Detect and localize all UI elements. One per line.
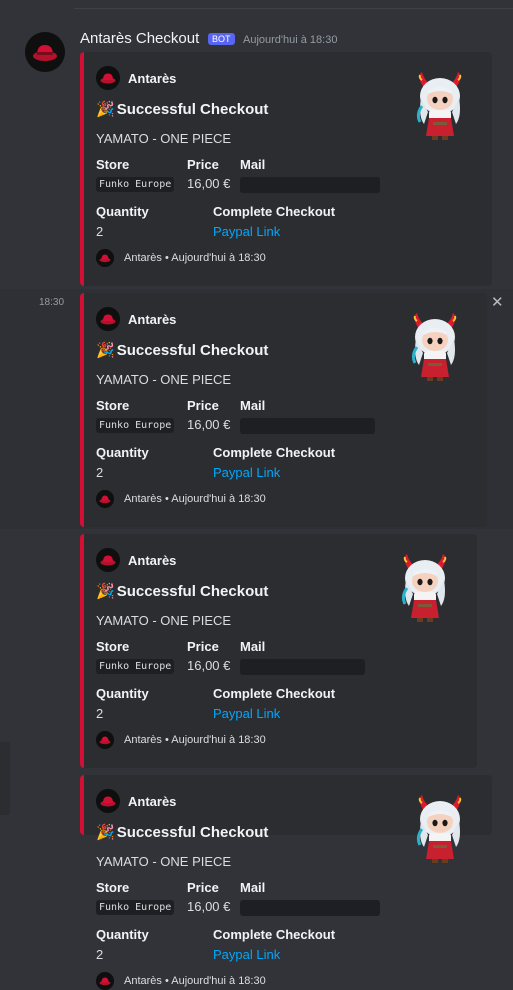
checkout-embed-4: Antarès 🎉 Successful Checkout YAMATO - O… (80, 775, 492, 990)
embed-author-avatar (96, 66, 120, 90)
field-name-store: Store (96, 880, 130, 895)
store-value-code: Funko Europe (96, 900, 175, 915)
funko-thumbnail[interactable] (397, 552, 453, 624)
store-value-code: Funko Europe (96, 659, 175, 674)
field-name-quantity: Quantity (96, 686, 149, 701)
embed-title-text: Successful Checkout (116, 342, 269, 359)
embed-title-text: Successful Checkout (116, 101, 269, 118)
price-value: 16,00 € (187, 417, 231, 432)
embed-author-avatar (96, 307, 120, 331)
funko-thumbnail[interactable] (407, 311, 463, 383)
embed-author[interactable]: Antarès (128, 794, 176, 809)
field-name-complete-checkout: Complete Checkout (213, 445, 336, 460)
party-popper-icon: 🎉 (96, 583, 115, 600)
embed-footer: Antarès • Aujourd'hui à 18:30 (124, 493, 266, 505)
checkout-embed-2: Antarès 🎉 Successful Checkout YAMATO - O… (80, 293, 487, 527)
store-value-code: Funko Europe (96, 418, 175, 433)
price-value: 16,00 € (187, 658, 231, 673)
field-name-quantity: Quantity (96, 927, 149, 942)
quantity-value: 2 (96, 706, 104, 721)
embed-description: YAMATO - ONE PIECE (96, 131, 232, 146)
field-name-price: Price (187, 880, 219, 895)
embed-title: 🎉 Successful Checkout (96, 823, 268, 841)
hover-timestamp: 18:30 (39, 297, 65, 308)
field-name-store: Store (96, 157, 130, 172)
checkout-embed-1: Antarès 🎉 Successful Checkout YAMATO - O… (80, 52, 492, 286)
field-name-mail: Mail (240, 157, 266, 172)
checkout-embed-3: Antarès 🎉 Successful Checkout YAMATO - O… (80, 534, 477, 768)
embed-title-text: Successful Checkout (116, 583, 269, 600)
mail-spoiler[interactable] (240, 177, 380, 193)
embed-author[interactable]: Antarès (128, 312, 176, 327)
embed-footer: Antarès • Aujourd'hui à 18:30 (124, 734, 266, 746)
embed-title: 🎉 Successful Checkout (96, 341, 268, 359)
quantity-value: 2 (96, 224, 104, 239)
bot-badge: BOT (208, 33, 235, 45)
field-name-complete-checkout: Complete Checkout (213, 686, 336, 701)
field-name-price: Price (187, 639, 219, 654)
embed-description: YAMATO - ONE PIECE (96, 613, 232, 628)
party-popper-icon: 🎉 (96, 824, 115, 841)
quantity-value: 2 (96, 465, 104, 480)
message-timestamp: Aujourd'hui à 18:30 (243, 34, 338, 46)
field-name-price: Price (187, 398, 219, 413)
mail-spoiler[interactable] (240, 659, 365, 675)
store-value-code: Funko Europe (96, 177, 175, 192)
field-name-mail: Mail (240, 880, 266, 895)
footer-avatar (96, 490, 114, 508)
message-author[interactable]: Antarès Checkout (80, 30, 199, 47)
funko-thumbnail[interactable] (412, 70, 468, 142)
field-name-complete-checkout: Complete Checkout (213, 204, 336, 219)
embed-author[interactable]: Antarès (128, 71, 176, 86)
field-name-quantity: Quantity (96, 204, 149, 219)
field-name-complete-checkout: Complete Checkout (213, 927, 336, 942)
field-name-quantity: Quantity (96, 445, 149, 460)
mail-spoiler[interactable] (240, 900, 380, 916)
bot-avatar[interactable] (25, 32, 65, 72)
embed-description: YAMATO - ONE PIECE (96, 854, 232, 869)
paypal-link[interactable]: Paypal Link (213, 706, 280, 721)
footer-avatar (96, 731, 114, 749)
embed-author-avatar (96, 548, 120, 572)
embed-author-avatar (96, 789, 120, 813)
embed-title: 🎉 Successful Checkout (96, 100, 268, 118)
party-popper-icon: 🎉 (96, 101, 115, 118)
embed-description: YAMATO - ONE PIECE (96, 372, 232, 387)
left-panel-edge (0, 742, 10, 815)
embed-title-text: Successful Checkout (116, 824, 269, 841)
field-name-store: Store (96, 398, 130, 413)
embed-author[interactable]: Antarès (128, 553, 176, 568)
paypal-link[interactable]: Paypal Link (213, 465, 280, 480)
quantity-value: 2 (96, 947, 104, 962)
field-name-mail: Mail (240, 639, 266, 654)
paypal-link[interactable]: Paypal Link (213, 224, 280, 239)
price-value: 16,00 € (187, 899, 231, 914)
field-name-mail: Mail (240, 398, 266, 413)
price-value: 16,00 € (187, 176, 231, 191)
separator-line (74, 8, 513, 9)
embed-title: 🎉 Successful Checkout (96, 582, 268, 600)
mail-spoiler[interactable] (240, 418, 375, 434)
party-popper-icon: 🎉 (96, 342, 115, 359)
field-name-price: Price (187, 157, 219, 172)
footer-avatar (96, 249, 114, 267)
footer-avatar (96, 972, 114, 990)
field-name-store: Store (96, 639, 130, 654)
embed-footer: Antarès • Aujourd'hui à 18:30 (124, 975, 266, 987)
paypal-link[interactable]: Paypal Link (213, 947, 280, 962)
embed-footer: Antarès • Aujourd'hui à 18:30 (124, 252, 266, 264)
close-icon[interactable]: ✕ (491, 293, 504, 311)
funko-thumbnail[interactable] (412, 793, 468, 865)
